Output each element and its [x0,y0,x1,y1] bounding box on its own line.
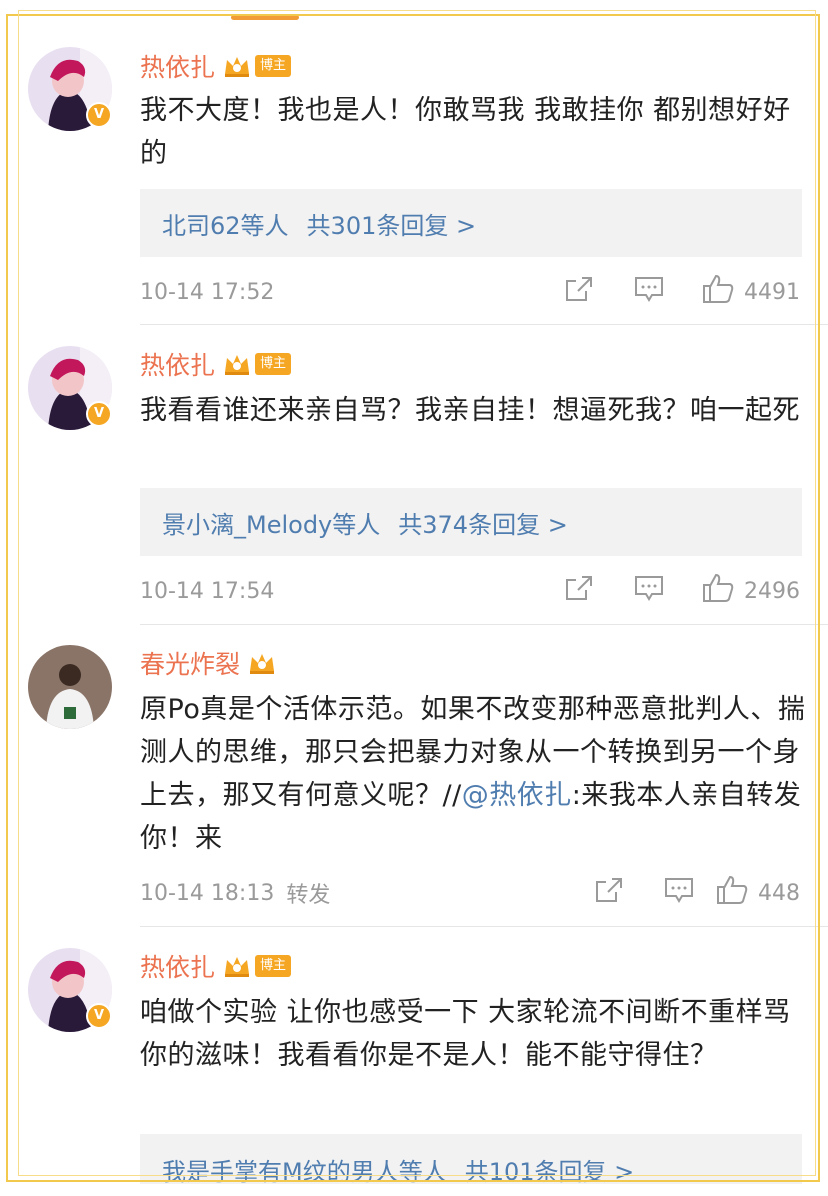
divider [140,324,828,325]
comment-icon[interactable] [664,876,694,910]
timestamp: 10-14 17:52 [140,279,275,305]
comment-text: 我看看谁还来亲自骂？我亲自挂！想逼死我？咱一起死 [140,395,800,426]
replies-summary[interactable]: 北司62等人 共301条回复 > [140,189,802,257]
timestamp: 10-14 18:13 [140,880,275,906]
thumbs-up-icon[interactable] [716,875,748,911]
username[interactable]: 热依扎 [140,48,215,84]
share-icon[interactable] [594,876,624,910]
thumbs-up-icon[interactable] [702,573,734,609]
username[interactable]: 春光炸裂 [140,645,240,681]
like-count: 2496 [744,578,800,604]
repost-label: 转发 [286,883,331,908]
crown-icon [250,654,275,674]
tab-indicator [231,15,299,20]
blogger-badge: 博主 [255,955,292,977]
mention-link[interactable]: @热依扎 [462,780,572,811]
divider [140,624,828,625]
comment-text: 我不大度！我也是人！你敢骂我 我敢挂你 都别想好好的 [140,95,791,169]
crown-icon [225,355,250,375]
verified-icon: V [86,401,112,427]
crown-icon [225,57,250,77]
share-icon[interactable] [564,275,594,309]
reply-users: 北司62等人 [162,211,289,240]
blogger-badge: 博主 [255,353,292,375]
reply-count: 共301条回复 > [306,211,477,240]
username[interactable]: 热依扎 [140,346,215,382]
comment-icon[interactable] [634,574,664,608]
comment-icon[interactable] [634,275,664,309]
verified-icon: V [86,1003,112,1029]
avatar[interactable]: V [28,948,112,1032]
avatar[interactable] [28,645,112,729]
crown-icon [225,957,250,977]
replies-summary[interactable]: 景小漓_Melody等人 共374条回复 > [140,488,802,556]
divider [140,926,828,927]
replies-summary[interactable]: 我是手掌有M纹的男人等人 共101条回复 > [140,1134,802,1184]
thumbs-up-icon[interactable] [702,274,734,310]
comment-text: 原Po真是个活体示范。如果不改变那种恶意批判人、揣测人的思维，那只会把暴力对象从… [140,694,806,854]
like-count: 448 [758,880,800,906]
reply-count: 共101条回复 > [464,1158,635,1184]
comment-text: 咱做个实验 让你也感受一下 大家轮流不间断不重样骂你的滋味！我看看你是不是人！能… [140,997,791,1071]
username[interactable]: 热依扎 [140,948,215,984]
like-count: 4491 [744,279,800,305]
blogger-badge: 博主 [255,55,292,77]
verified-icon: V [86,102,112,128]
share-icon[interactable] [564,574,594,608]
timestamp: 10-14 17:54 [140,578,275,604]
reply-users: 景小漓_Melody等人 [162,510,381,539]
avatar[interactable]: V [28,346,112,430]
avatar[interactable]: V [28,47,112,131]
reply-users: 我是手掌有M纹的男人等人 [162,1158,447,1184]
reply-count: 共374条回复 > [398,510,568,539]
